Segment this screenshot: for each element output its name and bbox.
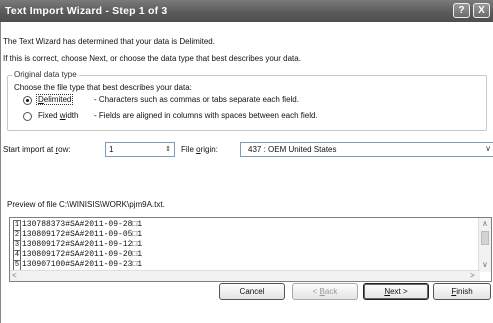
group-legend: Original data type bbox=[12, 70, 79, 79]
preview-row: 2 130809172#SA#2011-09-05□1 bbox=[13, 230, 143, 240]
wizard-dialog: The Text Wizard has determined that your… bbox=[0, 22, 493, 323]
scrollbar-thumb[interactable] bbox=[481, 231, 489, 245]
help-icon: ? bbox=[458, 5, 465, 16]
fixed-width-radio[interactable] bbox=[23, 112, 32, 121]
file-origin-select[interactable]: 437 : OEM United States ∨ bbox=[240, 142, 493, 157]
finish-button[interactable]: Finish bbox=[433, 283, 491, 300]
original-data-type-group: Original data type Choose the file type … bbox=[7, 70, 487, 131]
scroll-down-icon[interactable]: ∨ bbox=[482, 260, 488, 269]
help-button[interactable]: ? bbox=[453, 3, 470, 18]
spinner-arrows-icon[interactable]: ⇕ bbox=[162, 143, 174, 156]
preview-row: 3 130809172#SA#2011-09-12□1 bbox=[13, 240, 143, 250]
back-button[interactable]: < Back bbox=[292, 283, 358, 300]
close-icon: X bbox=[478, 5, 485, 16]
delimited-label[interactable]: Delimited bbox=[36, 94, 74, 105]
delimited-description: - Characters such as commas or tabs sepa… bbox=[94, 95, 299, 104]
delimited-radio[interactable] bbox=[23, 96, 32, 105]
preview-horizontal-scrollbar[interactable]: < > bbox=[10, 270, 480, 281]
start-import-label: Start import at row: bbox=[3, 145, 71, 154]
preview-label: Preview of file C:\WINISIS\WORK\pjm9A.tx… bbox=[7, 200, 165, 209]
file-origin-value: 437 : OEM United States bbox=[248, 145, 337, 154]
preview-row: 1 130788373#SA#2011-09-28□1 bbox=[13, 220, 143, 230]
fixed-width-description: - Fields are aligned in columns with spa… bbox=[94, 111, 318, 120]
title-bar: Text Import Wizard - Step 1 of 3 ? X bbox=[0, 0, 493, 22]
cancel-button[interactable]: Cancel bbox=[219, 283, 285, 300]
scroll-right-icon[interactable]: > bbox=[470, 271, 475, 280]
close-button[interactable]: X bbox=[473, 3, 490, 18]
preview-vertical-scrollbar[interactable]: ∧ ∨ bbox=[478, 218, 491, 272]
intro-line-1: The Text Wizard has determined that your… bbox=[3, 37, 215, 46]
next-button[interactable]: Next > bbox=[363, 283, 429, 300]
intro-line-2: If this is correct, choose Next, or choo… bbox=[3, 54, 301, 63]
file-preview[interactable]: 1 130788373#SA#2011-09-28□1 2 130809172#SA… bbox=[9, 217, 492, 282]
chevron-down-icon[interactable]: ∨ bbox=[485, 144, 491, 153]
scroll-left-icon[interactable]: < bbox=[12, 271, 17, 280]
preview-row: 5 130907100#SA#2011-09-23□1 bbox=[13, 260, 143, 270]
start-row-spinner[interactable]: 1 ⇕ bbox=[105, 142, 175, 157]
file-type-prompt: Choose the file type that best describes… bbox=[14, 83, 192, 92]
scroll-up-icon[interactable]: ∧ bbox=[482, 219, 488, 228]
start-row-value: 1 bbox=[109, 145, 114, 154]
file-origin-label: File origin: bbox=[181, 145, 218, 154]
preview-row: 4 130809172#SA#2011-09-20□1 bbox=[13, 250, 143, 260]
fixed-width-label[interactable]: Fixed width bbox=[38, 111, 78, 120]
window-title: Text Import Wizard - Step 1 of 3 bbox=[5, 5, 168, 17]
